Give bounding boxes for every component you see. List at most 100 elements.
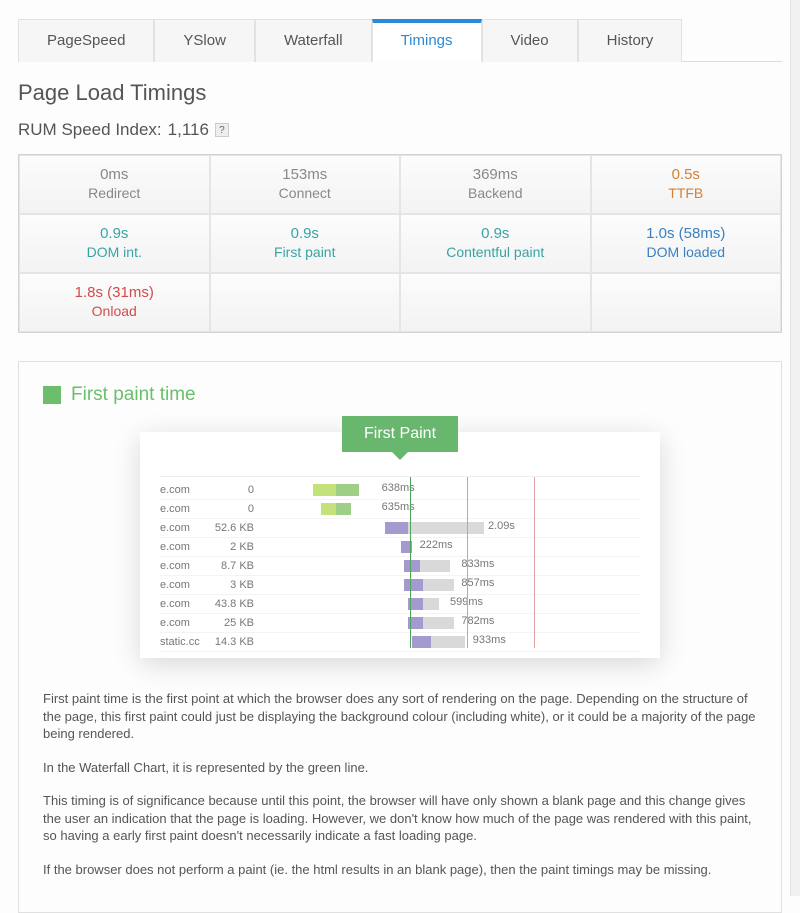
timing-value: 0.9s <box>405 225 586 242</box>
row-domain: e.com <box>160 617 208 629</box>
timing-value: 0.5s <box>596 166 777 183</box>
timing-label: DOM loaded <box>596 244 777 260</box>
row-bar: 933ms <box>260 636 640 648</box>
timing-label: Backend <box>405 185 586 201</box>
bar-segment <box>423 617 453 629</box>
bar-segment <box>336 503 351 515</box>
row-bar: 635ms <box>260 503 640 515</box>
bar-segment <box>408 522 484 534</box>
timing-label: Contentful paint <box>405 244 586 260</box>
green-line <box>410 477 411 648</box>
first-paint-badge: First Paint <box>342 416 458 452</box>
first-paint-color-swatch <box>43 386 61 404</box>
timing-grid: 0ms Redirect 153ms Connect 369ms Backend 0.5s T… <box>18 154 782 333</box>
timing-cell-first-paint[interactable]: 0.9sFirst paint <box>210 214 401 273</box>
bar-segment <box>336 484 359 496</box>
description-paragraph: In the Waterfall Chart, it is represente… <box>43 759 757 777</box>
row-size: 0 <box>208 484 260 496</box>
bar-segment <box>404 579 423 591</box>
tab-video[interactable]: Video <box>482 19 578 62</box>
scrollbar[interactable] <box>790 0 800 896</box>
timing-cell-empty <box>400 273 591 332</box>
timing-value: 0.9s <box>24 225 205 242</box>
timing-value: 369ms <box>405 166 586 183</box>
tab-pagespeed[interactable]: PageSpeed <box>18 19 154 62</box>
rum-value: 1,116 <box>168 120 209 140</box>
row-size: 0 <box>208 503 260 515</box>
tab-timings[interactable]: Timings <box>372 19 482 62</box>
timing-cell-redirect[interactable]: 0ms Redirect <box>19 155 210 214</box>
panel-title: First paint time <box>71 384 196 406</box>
waterfall-row: e.com0635ms <box>160 500 640 519</box>
tab-yslow[interactable]: YSlow <box>154 19 255 62</box>
help-icon[interactable]: ? <box>215 123 229 137</box>
timing-cell-onload[interactable]: 1.8s (31ms) Onload <box>19 273 210 332</box>
tab-waterfall[interactable]: Waterfall <box>255 19 372 62</box>
description-paragraph: If the browser does not perform a paint … <box>43 861 757 879</box>
bar-segment <box>423 598 438 610</box>
row-size: 2 KB <box>208 541 260 553</box>
blue-line <box>467 477 468 648</box>
timing-value: 1.8s (31ms) <box>24 284 205 301</box>
waterfall-row: e.com0638ms <box>160 481 640 500</box>
timing-cell-contentful-paint[interactable]: 0.9s Contentful paint <box>400 214 591 273</box>
bar-segment <box>313 484 336 496</box>
timing-label: TTFB <box>596 185 777 201</box>
waterfall-row: e.com8.7 KB833ms <box>160 557 640 576</box>
timing-label: Onload <box>24 303 205 319</box>
row-size: 3 KB <box>208 579 260 591</box>
timing-cell-empty <box>210 273 401 332</box>
bar-segment <box>404 560 419 572</box>
row-bar: 222ms <box>260 541 640 553</box>
timing-label: DOM int. <box>24 244 205 260</box>
timing-label: Redirect <box>24 185 205 201</box>
row-time: 222ms <box>420 539 453 551</box>
row-bar: 2.09s <box>260 522 640 534</box>
rum-speed-index: RUM Speed Index: 1,116 ? <box>18 120 782 140</box>
red-line <box>534 477 535 648</box>
row-bar: 833ms <box>260 560 640 572</box>
waterfall-illustration: First Paint e.com0638mse.com0635mse.com5… <box>140 432 660 658</box>
timing-value: 0ms <box>24 166 205 183</box>
bar-segment <box>423 579 453 591</box>
waterfall-row: e.com25 KB782ms <box>160 614 640 633</box>
row-time: 2.09s <box>488 520 515 532</box>
row-domain: e.com <box>160 503 208 515</box>
timing-cell-connect[interactable]: 153ms Connect <box>210 155 401 214</box>
row-bar: 857ms <box>260 579 640 591</box>
tab-history[interactable]: History <box>578 19 683 62</box>
timing-cell-empty <box>591 273 782 332</box>
timing-value: 153ms <box>215 166 396 183</box>
row-domain: e.com <box>160 579 208 591</box>
timing-cell-backend[interactable]: 369ms Backend <box>400 155 591 214</box>
row-bar: 638ms <box>260 484 640 496</box>
waterfall-row: static.cc14.3 KB 933ms <box>160 633 640 652</box>
waterfall-row: e.com2 KB 222ms <box>160 538 640 557</box>
row-size: 52.6 KB <box>208 522 260 534</box>
row-time: 933ms <box>473 634 506 646</box>
description-paragraph: This timing is of significance because u… <box>43 792 757 845</box>
row-domain: e.com <box>160 484 208 496</box>
waterfall-row: e.com43.8 KB599ms <box>160 595 640 614</box>
bar-segment <box>321 503 336 515</box>
page-title: Page Load Timings <box>18 80 782 106</box>
bar-segment <box>412 636 431 648</box>
waterfall-row: e.com3 KB857ms <box>160 576 640 595</box>
bar-segment <box>385 522 408 534</box>
row-domain: e.com <box>160 560 208 572</box>
timing-cell-dom-loaded[interactable]: 1.0s (58ms) DOM loaded <box>591 214 782 273</box>
row-bar: 599ms <box>260 598 640 610</box>
timing-value: 1.0s (58ms) <box>596 225 777 242</box>
row-domain: e.com <box>160 522 208 534</box>
row-domain: e.com <box>160 598 208 610</box>
timing-value: 0.9s <box>215 225 396 242</box>
timing-cell-dom-int-[interactable]: 0.9s DOM int. <box>19 214 210 273</box>
row-domain: e.com <box>160 541 208 553</box>
tabs-bar: PageSpeedYSlowWaterfallTimingsVideoHisto… <box>18 18 782 62</box>
timing-cell-ttfb[interactable]: 0.5s TTFB <box>591 155 782 214</box>
bar-segment <box>431 636 465 648</box>
row-domain: static.cc <box>160 636 208 648</box>
row-size: 14.3 KB <box>208 636 260 648</box>
timing-label: Connect <box>215 185 396 201</box>
first-paint-panel: First paint time First Paint e.com0638ms… <box>18 361 782 913</box>
